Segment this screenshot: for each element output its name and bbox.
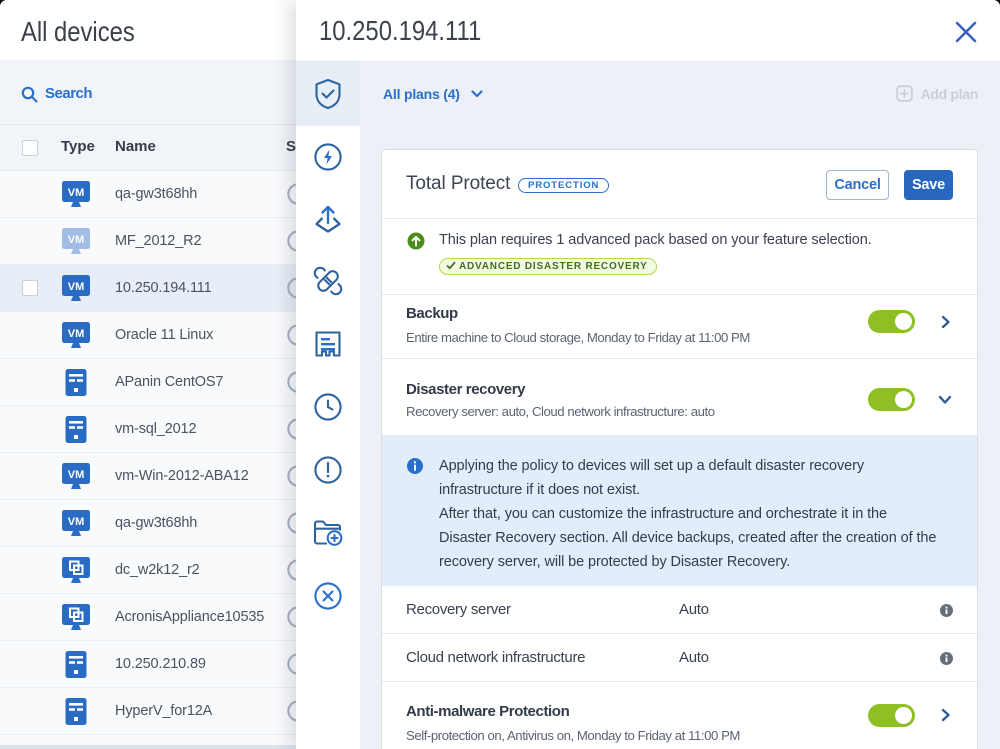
svg-text:VM: VM: [68, 187, 85, 199]
svg-text:VM: VM: [68, 328, 85, 340]
svg-text:VM: VM: [68, 516, 85, 528]
svg-text:VM: VM: [68, 281, 85, 293]
svg-text:VM: VM: [68, 469, 85, 481]
svg-text:VM: VM: [68, 234, 85, 246]
